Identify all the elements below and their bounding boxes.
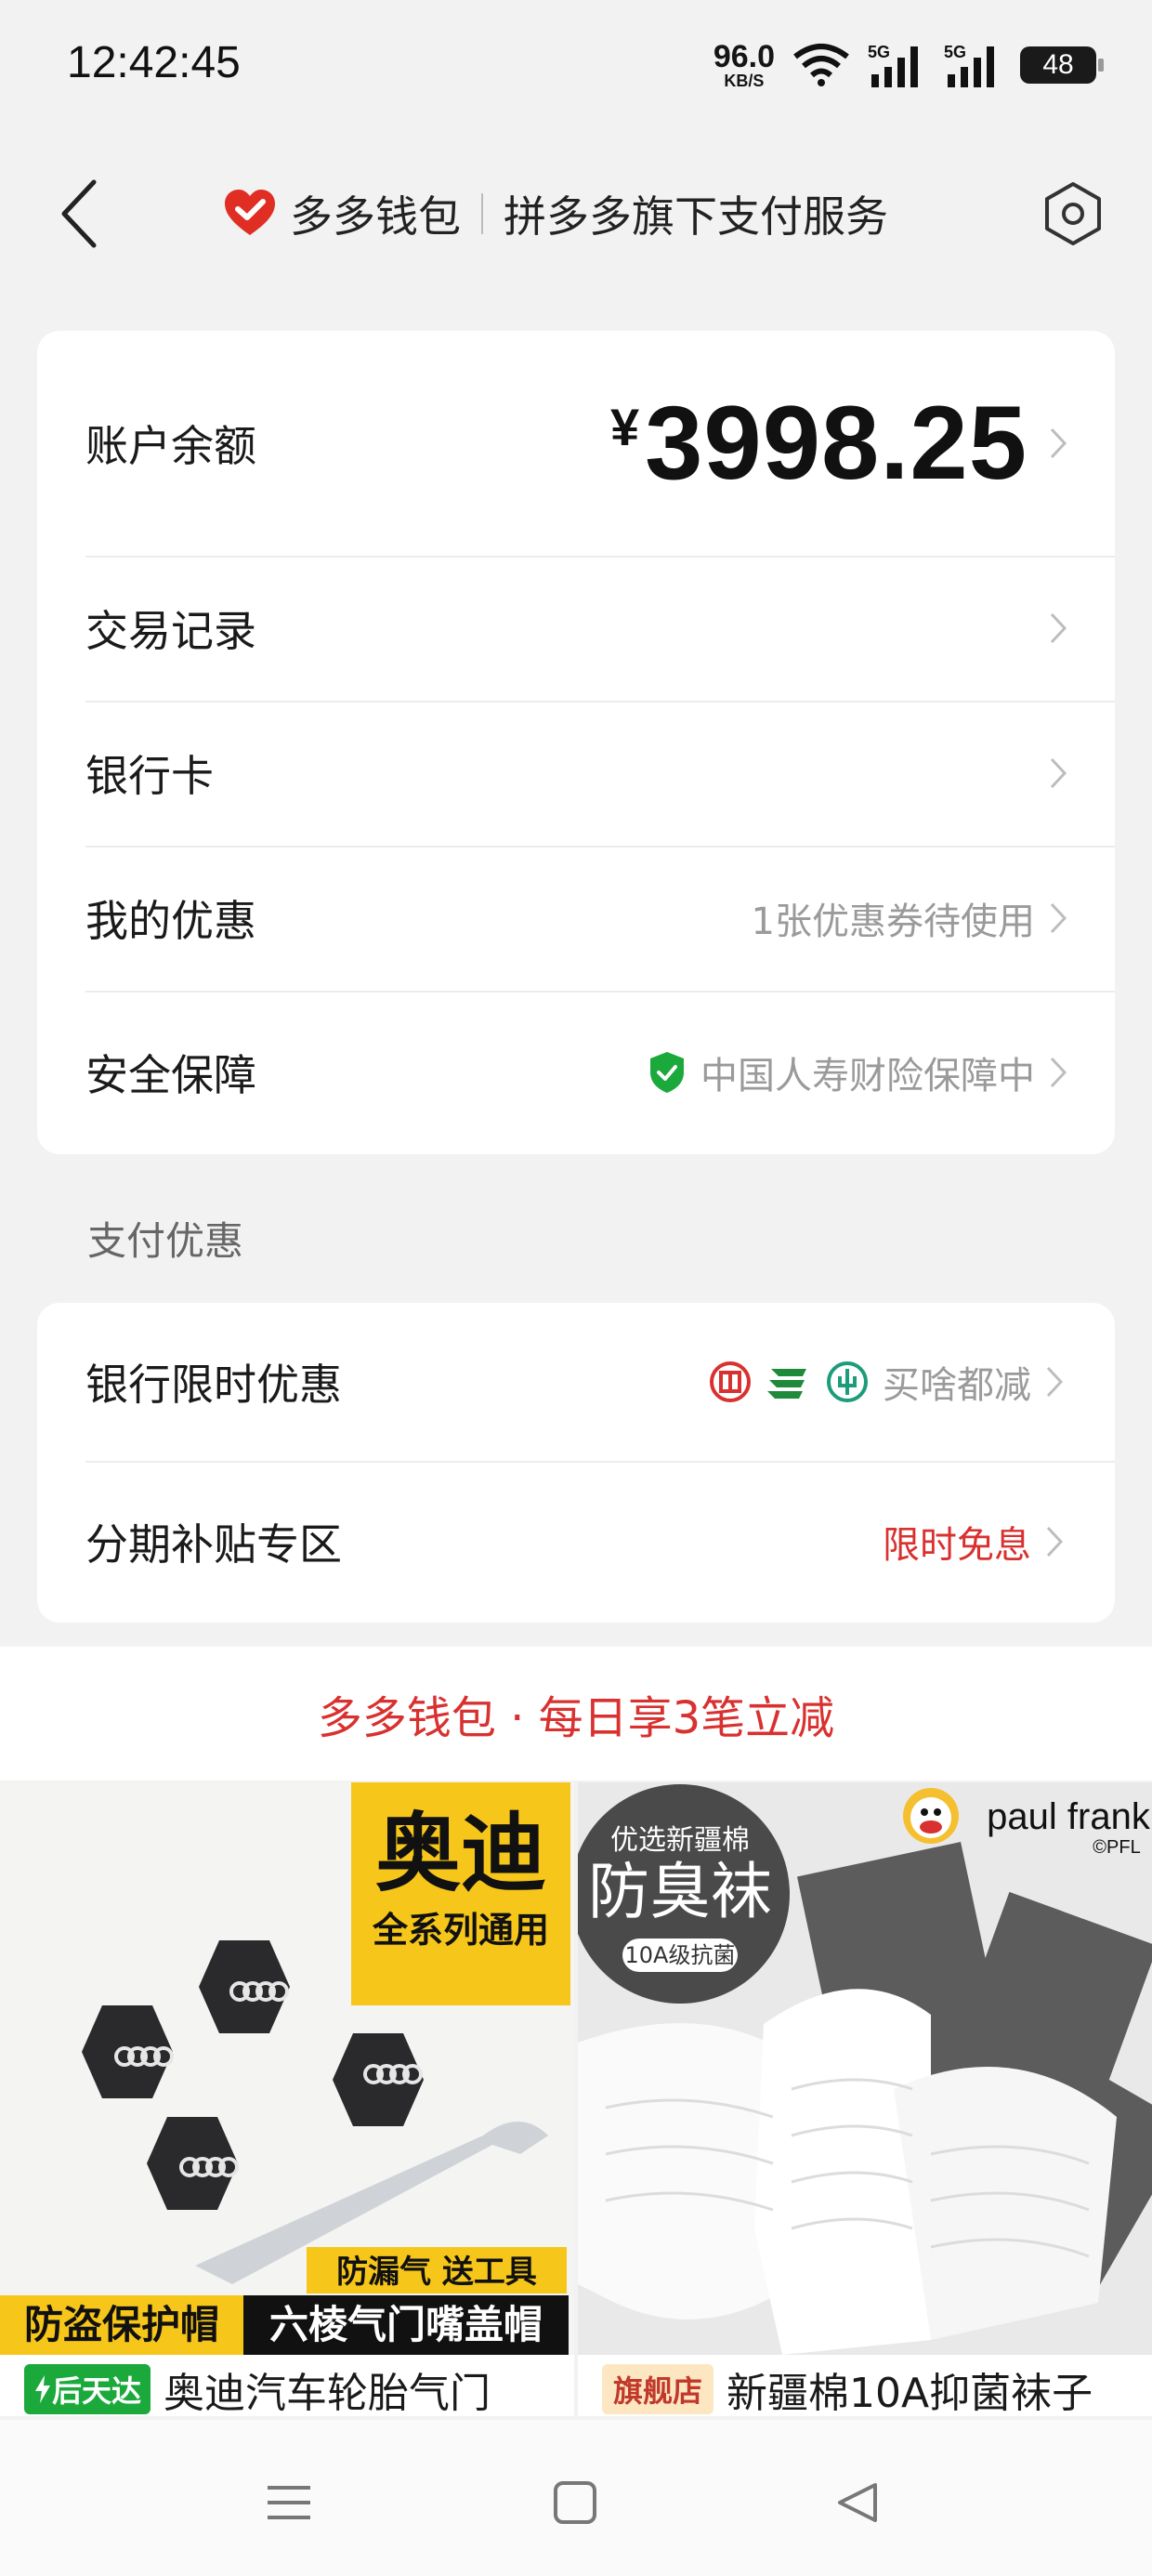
menu-icon (268, 2486, 310, 2519)
security-row[interactable]: 安全保障 中国人寿财险保障中 (85, 991, 1115, 1154)
wallet-heart-logo-icon (225, 190, 275, 235)
settings-button[interactable] (1031, 172, 1115, 256)
product-image-label: 防臭袜 (588, 1856, 772, 1927)
delivery-badge: 后天达 (24, 2364, 151, 2414)
wifi-icon (793, 44, 849, 86)
monkey-logo-icon (903, 1788, 959, 1844)
balance-label: 账户余额 (85, 421, 256, 471)
product-caption: 旗舰店 新疆棉10A抑菌袜子 (578, 2362, 1152, 2416)
signal-icon-sim2: 5G (944, 43, 994, 87)
row-label: 分期补贴专区 (85, 1519, 342, 1570)
row-right (1048, 611, 1068, 646)
nav-title: 多多钱包 拼多多旗下支付服务 (223, 178, 888, 249)
back-icon (838, 2483, 877, 2522)
bank-card-row[interactable]: 银行卡 (85, 701, 1115, 848)
row-label: 交易记录 (85, 606, 256, 656)
back-nav-button[interactable] (825, 2470, 890, 2535)
system-navigation-bar (0, 2420, 1152, 2576)
home-button[interactable] (543, 2470, 608, 2535)
balance-amount: ¥ 3998.25 (610, 391, 1028, 495)
row-label: 银行卡 (85, 751, 214, 801)
row-right: 限时免息 (883, 1515, 1065, 1569)
chevron-right-icon (1050, 612, 1067, 644)
gear-icon (1045, 182, 1101, 245)
home-icon (554, 2481, 596, 2524)
wallet-brand: 多多钱包 (290, 191, 461, 242)
my-coupons-row[interactable]: 我的优惠 1张优惠券待使用 (85, 846, 1115, 992)
top-navigation: 多多钱包 拼多多旗下支付服务 (0, 158, 1152, 269)
svg-text:5G: 5G (868, 43, 890, 61)
row-right: 买啥都减 (708, 1355, 1065, 1409)
product-brand: paul frank (987, 1796, 1151, 1837)
product-caption: 后天达 奥迪汽车轮胎气门 (0, 2362, 574, 2416)
interest-free-text: 限时免息 (883, 1524, 1031, 1567)
status-bar: 12:42:45 96.0 KB/S 5G 5G 48 (0, 0, 1152, 139)
bank-limited-offer-row[interactable]: 银行限时优惠 买啥都减 (85, 1303, 1115, 1463)
bank-offer-text: 买啥都减 (883, 1364, 1031, 1407)
balance-value-wrap: ¥ 3998.25 (610, 391, 1068, 495)
network-speed-unit: KB/S (724, 72, 765, 90)
balance-value: 3998.25 (645, 385, 1028, 501)
postal-bank-icon (767, 1369, 806, 1399)
account-card: 账户余额 ¥ 3998.25 交易记录 银行卡 我的优惠 1张优惠券待使用 安全… (37, 331, 1115, 1154)
product-image-label: 10A级抗菌 (625, 1942, 736, 1968)
wallet-subtitle: 拼多多旗下支付服务 (504, 191, 888, 242)
lightning-icon (35, 2375, 50, 2403)
svg-text:5G: 5G (944, 43, 966, 61)
payment-offers-title: 支付优惠 (87, 1218, 244, 1264)
payment-offers-card: 银行限时优惠 买啥都减 分期补贴专区 限时免息 (37, 1303, 1115, 1623)
menu-button[interactable] (256, 2470, 321, 2535)
row-right: 1张优惠券待使用 (752, 891, 1068, 945)
chevron-right-icon (1050, 757, 1067, 789)
product-image-label: 优选新疆棉 (610, 1824, 750, 1857)
product-title: 新疆棉10A抑菌袜子 (727, 2370, 1093, 2416)
insurance-status-text: 中国人寿财险保障中 (700, 1055, 1035, 1097)
signal-icon-sim1: 5G (868, 43, 918, 87)
battery-indicator: 48 (1020, 46, 1104, 84)
balance-row[interactable]: 账户余额 ¥ 3998.25 (85, 331, 1115, 558)
product-image-subtitle: 全系列通用 (372, 1910, 549, 1951)
row-right (1048, 756, 1068, 791)
chevron-right-icon (1050, 427, 1067, 459)
back-button[interactable] (37, 172, 121, 256)
status-time: 12:42:45 (67, 38, 241, 87)
product-image: 优选新疆棉 防臭袜 10A级抗菌 paul frank ©PFL (578, 1782, 1152, 2355)
chevron-right-icon (1050, 902, 1067, 934)
product-brand-sub: ©PFL (1093, 1837, 1140, 1858)
status-icons: 96.0 KB/S 5G 5G 48 (713, 37, 1104, 93)
network-speed: 96.0 KB/S (713, 41, 775, 89)
agricultural-bank-icon (827, 1361, 868, 1402)
row-label: 安全保障 (85, 1050, 256, 1100)
product-image: 奥迪 全系列通用 防漏气 送工具 防盗保护帽 六棱气门嘴盖帽 (0, 1782, 574, 2355)
shield-check-icon (650, 1052, 684, 1093)
product-title: 奥迪汽车轮胎气门 (164, 2370, 491, 2416)
product-image-tag: 六棱气门嘴盖帽 (269, 2302, 543, 2347)
row-label: 银行限时优惠 (85, 1360, 342, 1410)
flagship-badge: 旗舰店 (602, 2364, 714, 2414)
product-image-title: 奥迪 (375, 1804, 546, 1903)
product-card-audi-valve-caps[interactable]: 奥迪 全系列通用 防漏气 送工具 防盗保护帽 六棱气门嘴盖帽 后天达 奥迪汽车轮… (0, 1782, 574, 2416)
transaction-records-row[interactable]: 交易记录 (85, 556, 1115, 703)
network-speed-value: 96.0 (713, 39, 775, 74)
product-card-paul-frank-socks[interactable]: 优选新疆棉 防臭袜 10A级抗菌 paul frank ©PFL 旗舰店 新疆棉… (578, 1782, 1152, 2416)
chevron-right-icon (1050, 1057, 1067, 1088)
daily-discount-banner: 多多钱包 · 每日享3笔立减 (0, 1647, 1152, 1781)
chevron-left-icon (61, 179, 97, 248)
chevron-right-icon (1046, 1366, 1064, 1398)
coupon-count-text: 1张优惠券待使用 (751, 900, 1035, 943)
row-right: 中国人寿财险保障中 (647, 1045, 1068, 1099)
row-label: 我的优惠 (85, 896, 256, 946)
product-image-tag: 防盗保护帽 (24, 2302, 219, 2347)
product-image-tag: 防漏气 送工具 (336, 2254, 537, 2291)
title-divider (481, 193, 483, 234)
installment-subsidy-row[interactable]: 分期补贴专区 限时免息 (85, 1461, 1115, 1623)
currency-symbol: ¥ (609, 398, 640, 456)
chevron-right-icon (1046, 1526, 1064, 1557)
icbc-bank-icon (710, 1361, 751, 1402)
delivery-badge-text: 后天达 (52, 2373, 142, 2409)
